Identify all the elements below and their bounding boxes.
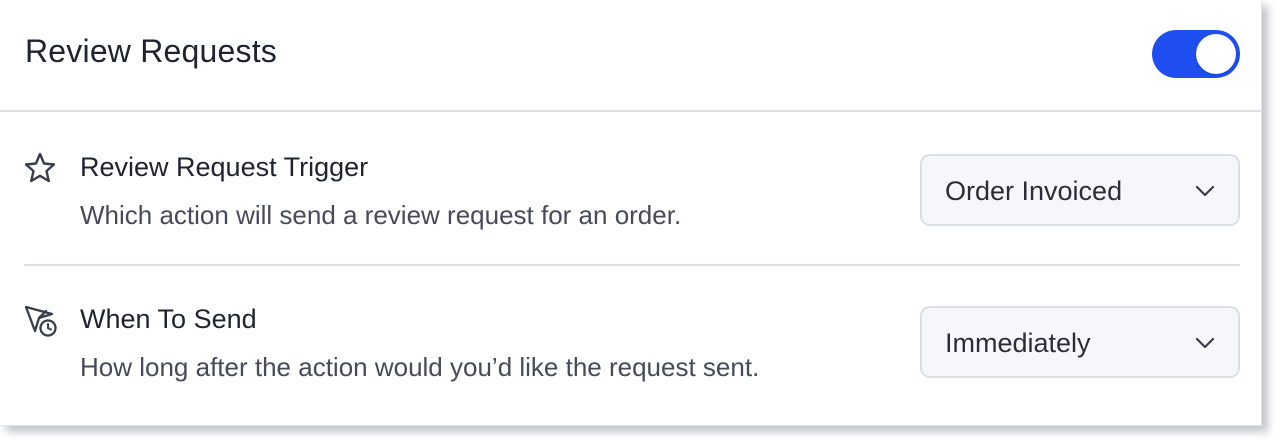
review-requests-toggle[interactable] [1152,30,1240,78]
when-to-send-title: When To Send [80,304,257,334]
when-to-send-select[interactable]: Immediately [920,306,1240,378]
when-to-send-select-value: Immediately [945,328,1091,358]
setting-row-when-to-send: When To Send How long after the action w… [0,266,1261,416]
card-header: Review Requests [0,0,1261,112]
star-icon [24,152,56,183]
send-clock-icon [24,305,57,337]
chevron-down-icon [1195,337,1215,349]
trigger-title: Review Request Trigger [80,152,369,182]
page-title: Review Requests [25,33,277,69]
setting-row-trigger: Review Request Trigger Which action will… [0,114,1261,264]
review-requests-card: Review Requests Review Request Trigger W… [0,0,1262,426]
when-to-send-description: How long after the action would you’d li… [80,352,760,382]
toggle-knob [1196,34,1236,74]
trigger-description: Which action will send a review request … [80,200,682,230]
chevron-down-icon [1195,185,1215,197]
trigger-select[interactable]: Order Invoiced [920,154,1240,226]
trigger-select-value: Order Invoiced [945,176,1123,206]
